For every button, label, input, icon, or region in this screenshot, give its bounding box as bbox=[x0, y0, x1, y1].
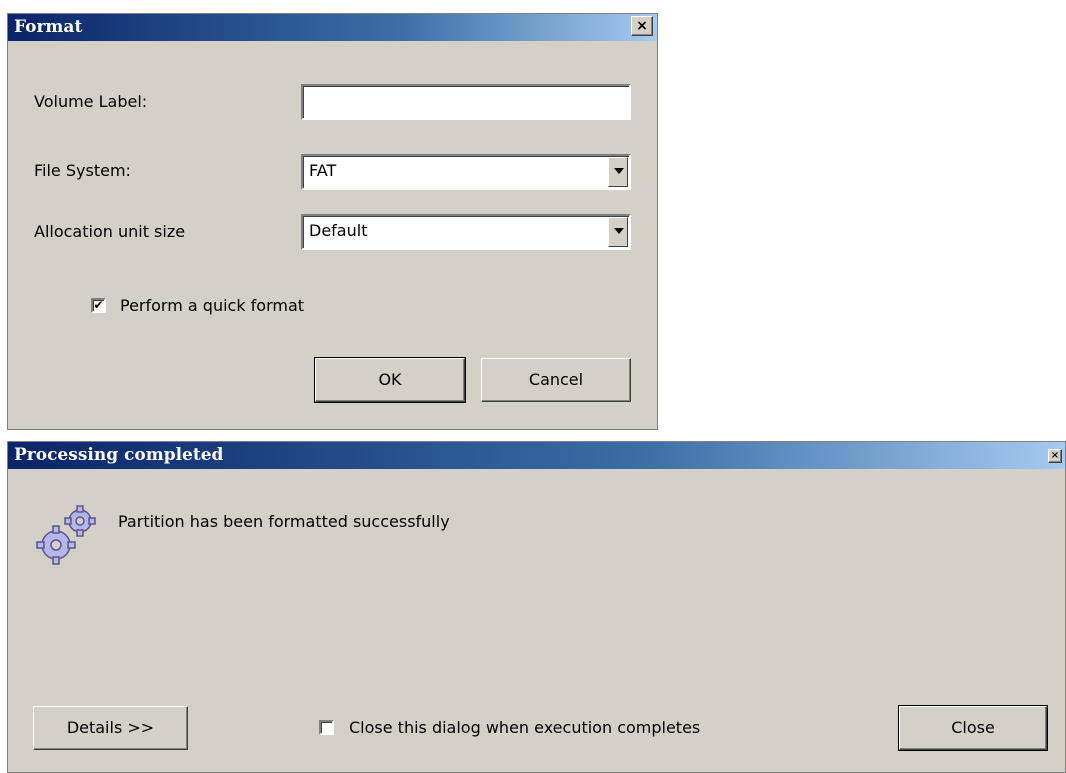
status-message: Partition has been formatted successfull… bbox=[118, 512, 450, 531]
close-when-done-label[interactable]: Close this dialog when execution complet… bbox=[349, 718, 700, 737]
volume-label-input[interactable] bbox=[301, 84, 631, 120]
quick-format-label[interactable]: Perform a quick format bbox=[120, 296, 304, 315]
file-system-label: File System: bbox=[34, 161, 131, 180]
allocation-unit-value: Default bbox=[309, 221, 368, 240]
chevron-down-icon[interactable] bbox=[608, 217, 628, 247]
processing-dialog-titlebar[interactable]: Processing completed bbox=[8, 442, 1065, 469]
volume-label-label: Volume Label: bbox=[34, 92, 148, 111]
processing-dialog-title: Processing completed bbox=[14, 445, 224, 465]
chevron-down-icon[interactable] bbox=[608, 157, 628, 187]
ok-button[interactable]: OK bbox=[314, 357, 466, 403]
gears-icon bbox=[36, 505, 96, 565]
cancel-button[interactable]: Cancel bbox=[481, 358, 631, 402]
close-icon[interactable]: × bbox=[1048, 449, 1062, 463]
file-system-select[interactable]: FAT bbox=[301, 154, 631, 190]
close-icon[interactable]: × bbox=[631, 16, 653, 36]
close-button[interactable]: Close bbox=[898, 705, 1048, 751]
format-dialog: Format × Volume Label: File System: FAT … bbox=[7, 13, 658, 430]
file-system-value: FAT bbox=[309, 161, 337, 180]
allocation-unit-select[interactable]: Default bbox=[301, 214, 631, 250]
format-dialog-title: Format bbox=[14, 17, 83, 37]
quick-format-checkbox[interactable]: ✔ bbox=[91, 298, 106, 313]
close-when-done-checkbox[interactable] bbox=[319, 720, 334, 735]
details-button[interactable]: Details >> bbox=[33, 706, 188, 750]
format-dialog-titlebar[interactable]: Format bbox=[8, 14, 657, 41]
processing-dialog: Processing completed × Partition has bee… bbox=[7, 441, 1066, 773]
allocation-unit-label: Allocation unit size bbox=[34, 222, 186, 241]
